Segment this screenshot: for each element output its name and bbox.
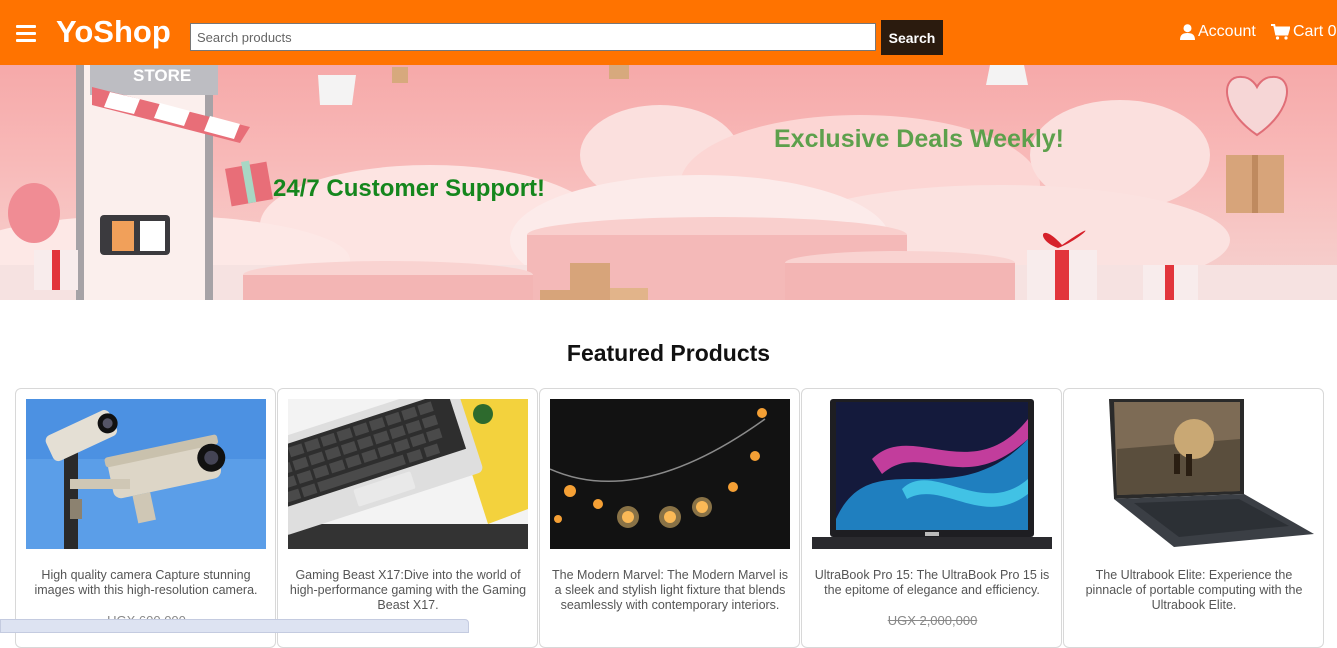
product-description: UltraBook Pro 15: The UltraBook Pro 15 i… <box>812 568 1052 598</box>
menu-icon[interactable] <box>16 25 36 42</box>
product-card-camera[interactable]: High quality camera Capture stunning ima… <box>15 388 276 648</box>
product-grid: High quality camera Capture stunning ima… <box>15 388 1325 648</box>
search-button[interactable]: Search <box>881 20 943 55</box>
brand-logo[interactable]: YoShop <box>56 14 171 50</box>
account-link[interactable]: Account <box>1180 23 1256 41</box>
cart-icon <box>1271 24 1290 40</box>
product-card-modern-marvel[interactable]: The Modern Marvel: The Modern Marvel is … <box>539 388 800 648</box>
browser-status-bar <box>0 619 469 633</box>
banner-illustration: STORE <box>0 65 1337 300</box>
search-input[interactable] <box>190 23 876 51</box>
product-image-ultrabook-elite[interactable] <box>1074 399 1314 549</box>
banner-headline-deals: Exclusive Deals Weekly! <box>774 125 1064 154</box>
cart-label: Cart 0 <box>1293 23 1337 41</box>
hero-banner[interactable]: STORE 24/7 Customer Support! Excl <box>0 65 1337 300</box>
cart-link[interactable]: Cart 0 <box>1271 23 1337 41</box>
product-image-gaming-beast[interactable] <box>288 399 528 549</box>
banner-headline-support: 24/7 Customer Support! <box>273 175 545 203</box>
product-description: High quality camera Capture stunning ima… <box>26 568 266 598</box>
product-card-gaming-beast[interactable]: Gaming Beast X17:Dive into the world of … <box>277 388 538 648</box>
product-description: The Modern Marvel: The Modern Marvel is … <box>550 568 790 613</box>
product-description: The Ultrabook Elite: Experience the pinn… <box>1074 568 1314 613</box>
product-image-modern-marvel[interactable] <box>550 399 790 549</box>
product-image-ultrabook-pro[interactable] <box>812 399 1052 549</box>
product-card-ultrabook-elite[interactable]: The Ultrabook Elite: Experience the pinn… <box>1063 388 1324 648</box>
site-header: YoShop Search Account Cart 0 <box>0 0 1337 65</box>
featured-products-title: Featured Products <box>0 340 1337 367</box>
user-icon <box>1180 24 1195 40</box>
product-image-camera[interactable] <box>26 399 266 549</box>
store-sign-text: STORE <box>133 66 191 85</box>
product-price: UGX 2,000,000 <box>802 613 1062 628</box>
product-card-ultrabook-pro[interactable]: UltraBook Pro 15: The UltraBook Pro 15 i… <box>801 388 1062 648</box>
account-label: Account <box>1198 23 1256 41</box>
product-description: Gaming Beast X17:Dive into the world of … <box>288 568 528 613</box>
